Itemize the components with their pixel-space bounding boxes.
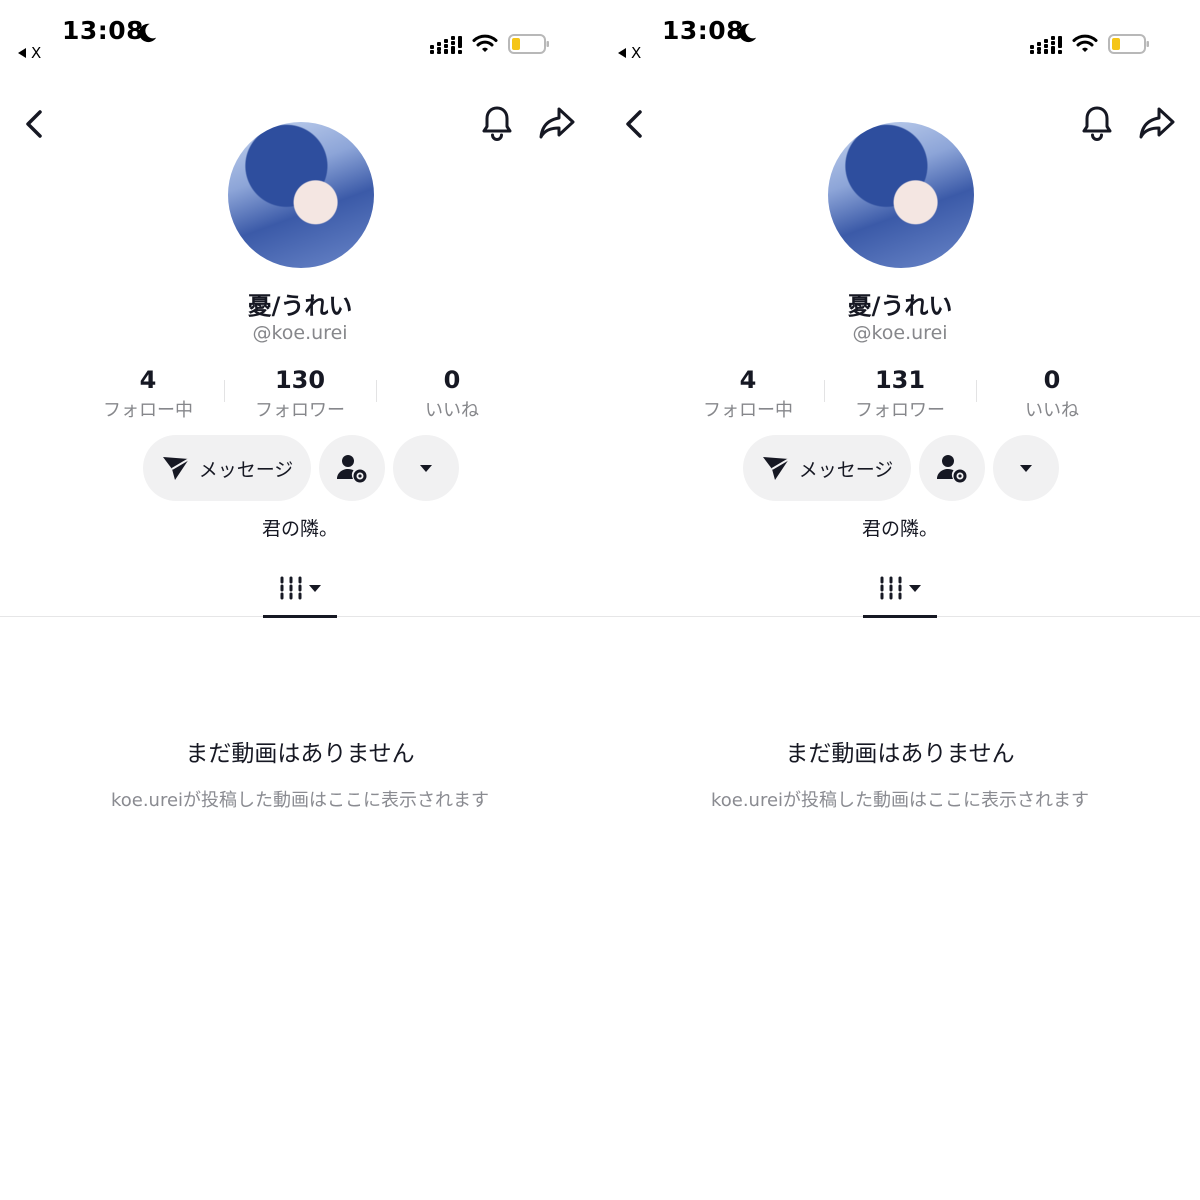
avatar — [228, 122, 374, 268]
moon-icon — [139, 23, 157, 43]
wifi-icon — [1072, 34, 1098, 52]
battery-icon — [1108, 34, 1149, 54]
tab-active-indicator — [263, 615, 337, 618]
content-tab-bar — [0, 560, 600, 618]
caret-down-icon — [1020, 465, 1032, 472]
back-app-label: X — [631, 44, 642, 62]
profile-bio: 君の隣。 — [861, 518, 938, 540]
caret-down-icon — [909, 585, 921, 592]
tab-videos[interactable] — [263, 560, 337, 616]
chevron-left-icon[interactable] — [22, 108, 48, 140]
video-grid-icon — [880, 576, 902, 600]
cellular-signal-icon — [1030, 36, 1062, 54]
cellular-signal-icon — [430, 36, 462, 54]
likes-count: 0 — [443, 366, 461, 394]
more-dropdown-button[interactable] — [993, 435, 1059, 501]
empty-state-title: まだ動画はありません — [185, 741, 415, 767]
following-label: フォロー中 — [103, 400, 193, 421]
followers-label: フォロワー — [855, 400, 945, 421]
bell-icon[interactable] — [1080, 104, 1114, 142]
moon-icon — [739, 23, 757, 43]
profile-actions: メッセージ — [143, 435, 459, 501]
tab-videos[interactable] — [863, 560, 937, 616]
back-app-label: X — [31, 44, 42, 62]
send-paper-plane-icon — [162, 457, 190, 480]
message-button[interactable]: メッセージ — [143, 435, 311, 501]
likes-count: 0 — [1043, 366, 1061, 394]
share-arrow-icon[interactable] — [538, 106, 576, 140]
wifi-icon — [472, 34, 498, 52]
profile-stats: 4 フォロー中 130 フォロワー 0 いいね — [72, 366, 528, 422]
display-name: 憂/うれい — [247, 292, 353, 320]
following-count: 4 — [739, 366, 757, 394]
stat-followers[interactable]: 131 フォロワー — [824, 366, 976, 422]
caret-down-icon — [420, 465, 432, 472]
user-settings-button[interactable] — [319, 435, 385, 501]
back-triangle-icon — [618, 48, 626, 58]
user-settings-button[interactable] — [919, 435, 985, 501]
content-tab-bar — [600, 560, 1200, 618]
username-handle: @koe.urei — [252, 322, 348, 344]
back-to-app[interactable]: X — [18, 44, 41, 62]
share-arrow-icon[interactable] — [1138, 106, 1176, 140]
stat-likes[interactable]: 0 いいね — [376, 366, 528, 422]
message-button-label: メッセージ — [198, 458, 294, 481]
following-label: フォロー中 — [703, 400, 793, 421]
more-dropdown-button[interactable] — [393, 435, 459, 501]
message-button-label: メッセージ — [798, 458, 894, 481]
send-paper-plane-icon — [762, 457, 790, 480]
caret-down-icon — [309, 585, 321, 592]
status-time: 13:08 — [62, 16, 145, 45]
user-settings-icon — [337, 455, 367, 483]
screenshots-container: 13:08 X 憂/うれい @koe.urei 4 フォロー中 130 フォロワ… — [0, 0, 1200, 1200]
likes-label: いいね — [1025, 400, 1079, 421]
stat-followers[interactable]: 130 フォロワー — [224, 366, 376, 422]
avatar — [828, 122, 974, 268]
followers-count: 130 — [274, 366, 326, 394]
back-to-app[interactable]: X — [618, 44, 641, 62]
profile-actions: メッセージ — [743, 435, 1059, 501]
likes-label: いいね — [425, 400, 479, 421]
message-button[interactable]: メッセージ — [743, 435, 911, 501]
user-settings-icon — [937, 455, 967, 483]
back-triangle-icon — [18, 48, 26, 58]
stat-following[interactable]: 4 フォロー中 — [72, 366, 224, 422]
tab-active-indicator — [863, 615, 937, 618]
stat-following[interactable]: 4 フォロー中 — [672, 366, 824, 422]
empty-state-title: まだ動画はありません — [785, 741, 1015, 767]
following-count: 4 — [139, 366, 157, 394]
profile-screen-1: 13:08 X 憂/うれい @koe.urei 4 フォロー中 130 フォロワ… — [0, 0, 600, 1200]
status-time: 13:08 — [662, 16, 745, 45]
empty-state-subtitle: koe.ureiが投稿した動画はここに表示されます — [710, 790, 1090, 811]
followers-count: 131 — [874, 366, 926, 394]
empty-state-subtitle: koe.ureiが投稿した動画はここに表示されます — [110, 790, 490, 811]
profile-stats: 4 フォロー中 131 フォロワー 0 いいね — [672, 366, 1128, 422]
display-name: 憂/うれい — [847, 292, 953, 320]
username-handle: @koe.urei — [852, 322, 948, 344]
bell-icon[interactable] — [480, 104, 514, 142]
followers-label: フォロワー — [255, 400, 345, 421]
profile-bio: 君の隣。 — [261, 518, 338, 540]
stat-likes[interactable]: 0 いいね — [976, 366, 1128, 422]
video-grid-icon — [280, 576, 302, 600]
chevron-left-icon[interactable] — [622, 108, 648, 140]
battery-icon — [508, 34, 549, 54]
profile-screen-2: 13:08 X 憂/うれい @koe.urei 4 フォロー中 131 フォロワ… — [600, 0, 1200, 1200]
